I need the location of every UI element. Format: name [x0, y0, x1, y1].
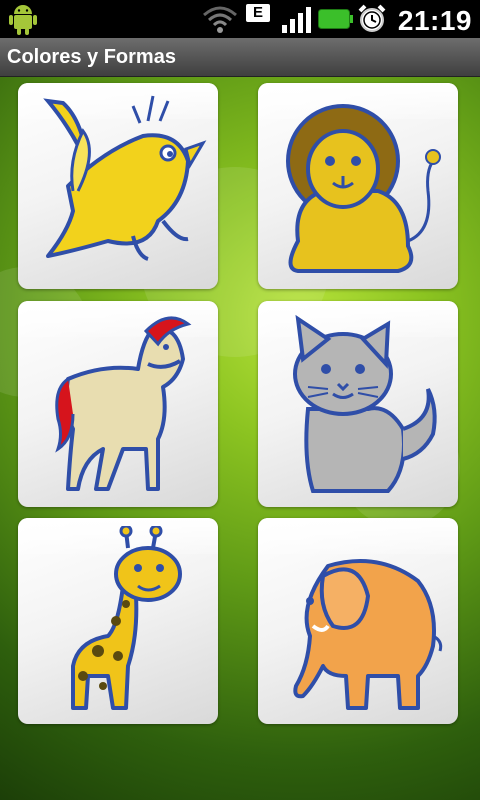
wifi-icon [203, 6, 237, 33]
tile-horse[interactable] [18, 301, 218, 507]
android-icon [9, 5, 37, 35]
animal-grid [0, 77, 480, 800]
lion-drawing [286, 104, 441, 273]
status-time: 21:19 [397, 5, 472, 36]
battery-icon [318, 9, 353, 29]
cat-drawing [293, 314, 437, 493]
elephant-drawing [293, 559, 443, 710]
horse-drawing [55, 316, 192, 491]
tile-elephant[interactable] [258, 518, 458, 724]
title-bar: Colores y Formas [0, 38, 480, 77]
tile-cat[interactable] [258, 301, 458, 507]
status-bar: E 21:19 [0, 0, 480, 38]
app-title: Colores y Formas [7, 46, 176, 68]
network-type-badge: E [246, 4, 270, 22]
tile-bird[interactable] [18, 83, 218, 289]
tile-giraffe[interactable] [18, 518, 218, 724]
giraffe-drawing [71, 526, 182, 710]
tile-lion[interactable] [258, 83, 458, 289]
alarm-clock-icon [358, 4, 386, 32]
bird-drawing [43, 95, 207, 261]
signal-icon [282, 7, 311, 33]
